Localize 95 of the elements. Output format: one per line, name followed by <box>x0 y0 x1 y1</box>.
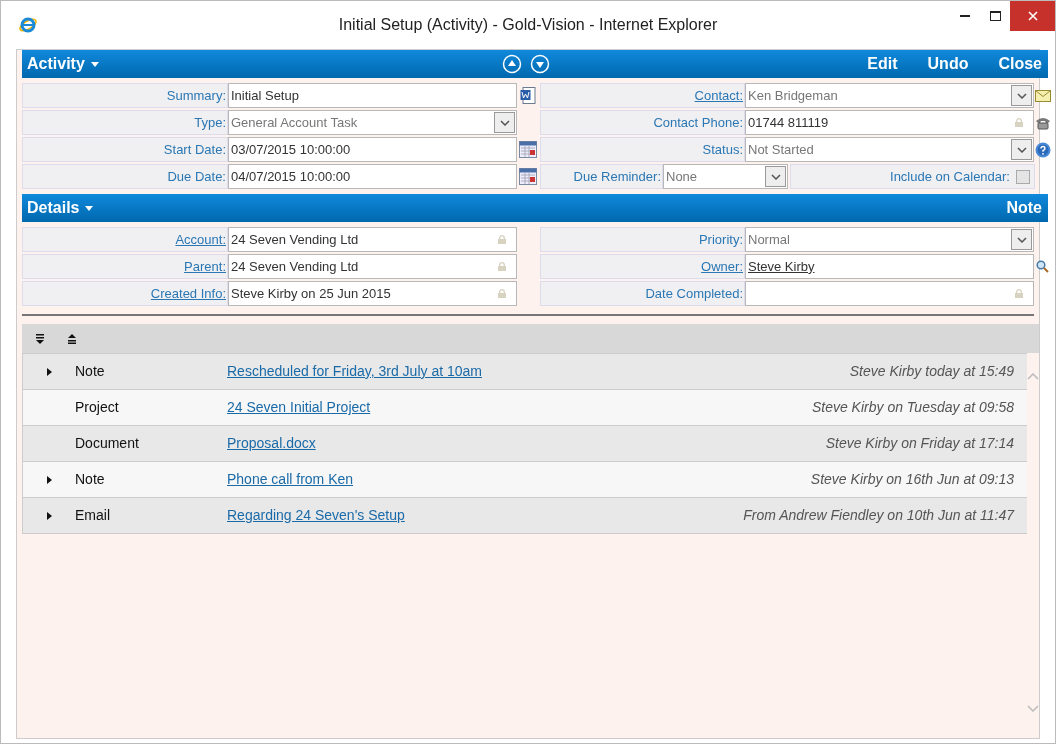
search-icon[interactable] <box>1036 260 1049 273</box>
field-label: Summary: <box>166 86 226 105</box>
minimize-icon <box>960 15 970 17</box>
expand-all-icon[interactable] <box>36 333 44 344</box>
field-value: Not Started <box>748 140 815 159</box>
item-type: Project <box>75 398 120 417</box>
field-label: Due Date: <box>167 167 226 186</box>
input-field[interactable]: Steve Kirby <box>745 254 1034 279</box>
expand-icon[interactable] <box>46 475 52 484</box>
dropdown-field[interactable]: Not Started <box>745 137 1034 162</box>
field-value: General Account Task <box>231 113 359 132</box>
item-meta: Steve Kirby today at 15:49 <box>849 362 1015 381</box>
lock-icon <box>498 289 506 298</box>
timeline-row[interactable]: Email Regarding 24 Seven's Setup From Andrew Fiendley on 10th Jun at 11:47 <box>23 497 1027 533</box>
timeline-row[interactable]: Document Proposal.docx Steve Kirby on Friday at 17:14 <box>23 425 1027 461</box>
timeline-row[interactable]: Project 24 Seven Initial Project Steve Kirby on Tuesday at 09:58 <box>23 389 1027 425</box>
header-action[interactable]: Undo <box>927 52 969 76</box>
dropdown-field[interactable]: None <box>663 164 788 189</box>
previous-icon[interactable] <box>502 54 522 74</box>
browser-logo-icon <box>18 15 38 35</box>
caret-icon <box>90 61 99 67</box>
header-action[interactable]: Note <box>1006 196 1042 220</box>
field-label: Type: <box>194 113 226 132</box>
field-value: Ken Bridgeman <box>748 86 839 105</box>
close-icon <box>1027 11 1038 21</box>
input-field[interactable]: Initial Setup <box>228 83 517 108</box>
item-link[interactable]: Proposal.docx <box>227 433 316 454</box>
dropdown-field[interactable]: Normal <box>745 227 1034 252</box>
dropdown-icon[interactable] <box>494 112 515 133</box>
field-value: 24 Seven Vending Ltd <box>231 230 360 249</box>
input-field[interactable]: 04/07/2015 10:00:00 <box>228 164 517 189</box>
collapse-all-icon[interactable] <box>68 333 76 344</box>
field-label: Priority: <box>698 230 743 249</box>
lock-icon <box>1015 289 1023 298</box>
input-field[interactable]: 24 Seven Vending Ltd <box>228 227 517 252</box>
field-value: 04/07/2015 10:00:00 <box>231 167 352 186</box>
input-field[interactable]: Steve Kirby on 25 Jun 2015 <box>228 281 517 306</box>
field-value: Normal <box>748 230 791 249</box>
dropdown-icon[interactable] <box>1011 85 1032 106</box>
input-field[interactable] <box>745 281 1034 306</box>
field-value: 03/07/2015 10:00:00 <box>231 140 352 159</box>
field-label: Start Date: <box>163 140 226 159</box>
input-field[interactable]: 01744 811119 <box>745 110 1034 135</box>
dropdown-field[interactable]: Ken Bridgeman <box>745 83 1034 108</box>
item-type: Note <box>75 362 106 381</box>
section-menu[interactable]: Details <box>27 196 94 220</box>
help-icon[interactable] <box>1034 141 1051 158</box>
input-field[interactable]: 24 Seven Vending Ltd <box>228 254 517 279</box>
item-link[interactable]: 24 Seven Initial Project <box>227 397 371 418</box>
field-label: Due Reminder: <box>573 167 661 186</box>
item-meta: Steve Kirby on Tuesday at 09:58 <box>811 398 1015 417</box>
item-link[interactable]: Phone call from Ken <box>227 469 354 490</box>
checkbox[interactable] <box>1016 169 1030 184</box>
field-value: Steve Kirby <box>748 257 816 276</box>
field-label: Contact Phone: <box>653 113 743 132</box>
expand-icon[interactable] <box>46 511 52 520</box>
item-meta: Steve Kirby on Friday at 17:14 <box>825 434 1015 453</box>
item-type: Note <box>75 470 106 489</box>
dropdown-icon[interactable] <box>1011 229 1032 250</box>
item-link[interactable]: Rescheduled for Friday, 3rd July at 10am <box>227 361 482 382</box>
section-menu[interactable]: Activity <box>27 52 99 76</box>
dropdown-icon[interactable] <box>1011 139 1032 160</box>
field-label: Include on Calendar: <box>890 167 1010 186</box>
next-icon[interactable] <box>530 54 550 74</box>
calendar-icon[interactable] <box>518 141 537 158</box>
field-value: Initial Setup <box>231 86 300 105</box>
header-action[interactable]: Close <box>998 52 1042 76</box>
expand-icon[interactable] <box>46 367 52 376</box>
input-field[interactable]: 03/07/2015 10:00:00 <box>228 137 517 162</box>
item-type: Email <box>75 506 111 525</box>
document-icon[interactable] <box>519 87 536 104</box>
dropdown-field[interactable]: General Account Task <box>228 110 517 135</box>
field-label: Date Completed: <box>645 284 743 303</box>
lock-icon <box>1015 118 1023 127</box>
envelope-icon[interactable] <box>1034 89 1051 102</box>
field-value: 24 Seven Vending Ltd <box>231 257 360 276</box>
header-action[interactable]: Edit <box>867 52 898 76</box>
timeline-row[interactable]: Note Phone call from Ken Steve Kirby on 16th Jun at 09:13 <box>23 461 1027 497</box>
window-title: Initial Setup (Activity) - Gold-Vision - Internet Explorer <box>338 15 718 35</box>
item-type: Document <box>75 434 140 453</box>
item-meta: From Andrew Fiendley on 10th Jun at 11:47 <box>743 506 1016 525</box>
telephone-icon[interactable] <box>1034 115 1051 130</box>
item-meta: Steve Kirby on 16th Jun at 09:13 <box>810 470 1015 489</box>
caret-icon <box>85 205 94 211</box>
lock-icon <box>498 262 506 271</box>
field-value: None <box>666 167 699 186</box>
item-link[interactable]: Regarding 24 Seven's Setup <box>227 505 405 526</box>
maximize-icon <box>989 11 1001 21</box>
dropdown-icon[interactable] <box>765 166 786 187</box>
field-value: 01744 811119 <box>748 113 830 132</box>
timeline-row[interactable]: Note Rescheduled for Friday, 3rd July at 10am Steve Kirby today at 15:49 <box>23 353 1027 389</box>
calendar-icon[interactable] <box>518 168 537 185</box>
field-label: Status: <box>702 140 743 159</box>
field-value: Steve Kirby on 25 Jun 2015 <box>231 284 392 303</box>
lock-icon <box>498 235 506 244</box>
